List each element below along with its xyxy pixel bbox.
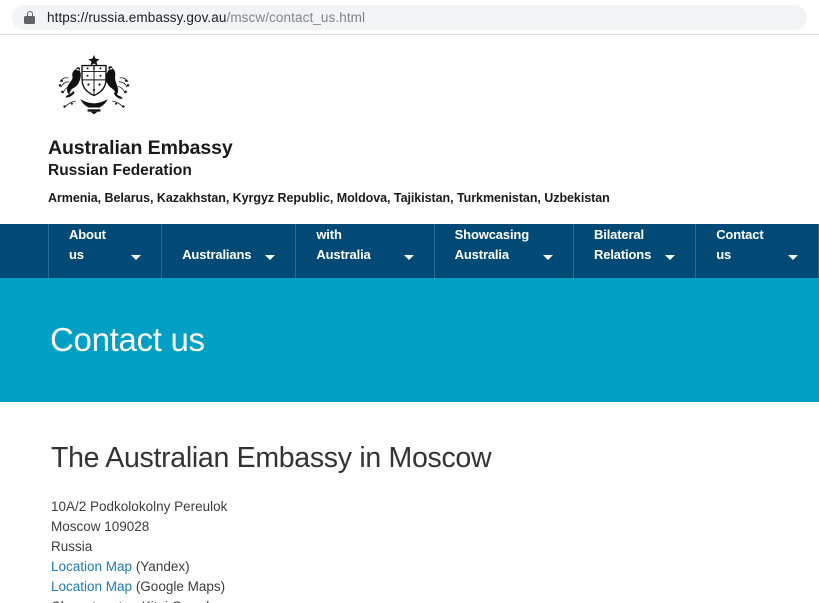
nav-item-showcasing-australia[interactable]: Showcasing Australia: [435, 224, 575, 279]
nav-item-contact-us[interactable]: Contact us: [696, 224, 819, 279]
location-map-google-link[interactable]: Location Map: [51, 579, 132, 594]
address-bar[interactable]: https://russia.embassy.gov.au/mscw/conta…: [12, 4, 807, 30]
hero-title: Contact us: [50, 321, 205, 359]
address-street: 10A/2 Podkolokolny Pereulok: [51, 499, 228, 515]
org-countries: Armenia, Belarus, Kazakhstan, Kyrgyz Rep…: [48, 191, 610, 206]
chevron-down-icon: [543, 255, 554, 261]
org-subtitle: Russian Federation: [48, 162, 192, 180]
url-domain: https://russia.embassy.gov.au: [47, 9, 227, 25]
nav-item-label: About us: [69, 227, 106, 263]
hero-banner: Contact us: [0, 278, 819, 403]
address-block: 10A/2 Podkolokolny Pereulok Moscow 10902…: [51, 497, 819, 603]
chevron-down-icon: [131, 255, 142, 261]
primary-navigation: About us Australians Connecting with Aus…: [0, 207, 819, 279]
nav-item-about-us[interactable]: About us: [48, 224, 163, 279]
nav-item-label: Showcasing Australia: [454, 227, 530, 263]
location-map-yandex-link[interactable]: Location Map: [51, 559, 132, 574]
chevron-down-icon: [265, 255, 276, 261]
url-text: https://russia.embassy.gov.au/mscw/conta…: [47, 10, 365, 25]
nav-item-label: Bilateral Relations: [594, 227, 652, 263]
chevron-down-icon: [788, 255, 798, 261]
chevron-down-icon: [665, 255, 676, 261]
page-title: Australian Embassy: [48, 137, 233, 159]
location-map-google-row: Location Map (Google Maps): [51, 577, 819, 597]
nav-item-australians[interactable]: Australians: [162, 224, 297, 279]
lock-icon: [24, 10, 35, 24]
australian-coat-of-arms-icon: [58, 55, 130, 115]
page-viewport: Australian Embassy Russian Federation Ar…: [0, 35, 819, 603]
nav-item-bilateral-relations[interactable]: Bilateral Relations: [574, 224, 697, 279]
nav-item-label: Contact us: [716, 227, 764, 263]
browser-chrome: https://russia.embassy.gov.au/mscw/conta…: [0, 0, 819, 35]
url-path: /mscw/contact_us.html: [226, 9, 366, 25]
location-map-yandex-suffix: (Yandex): [132, 559, 190, 575]
closest-metro: Closest metro: Kitai Gorod: [51, 597, 819, 603]
main-content: The Australian Embassy in Moscow 10A/2 P…: [0, 402, 819, 603]
nav-item-label: Australians: [182, 247, 252, 263]
content-heading: The Australian Embassy in Moscow: [51, 442, 492, 475]
nav-item-connecting-with-australia[interactable]: Connecting with Australia: [296, 207, 435, 279]
chevron-down-icon: [403, 255, 414, 261]
address-country: Russia: [51, 539, 93, 555]
nav-item-label: Connecting with Australia: [316, 206, 387, 263]
address-city: Moscow 109028: [51, 519, 150, 535]
location-map-google-suffix: (Google Maps): [132, 579, 226, 595]
site-header: Australian Embassy Russian Federation Ar…: [0, 35, 819, 206]
location-map-yandex-row: Location Map (Yandex): [51, 557, 819, 577]
